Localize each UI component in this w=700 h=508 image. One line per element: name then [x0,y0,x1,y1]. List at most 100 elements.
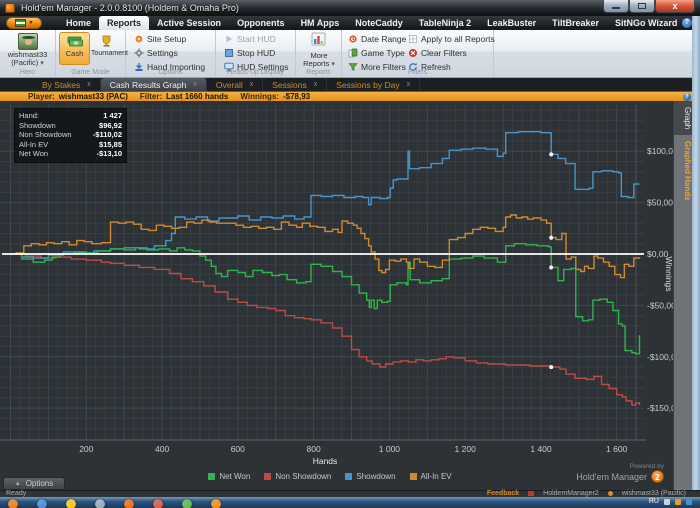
clear-filters-label: Clear Filters [421,47,467,58]
stat-value: -$13,10 [96,149,122,158]
site-setup-label: Site Setup [147,33,187,44]
avg-warning-icon[interactable] [66,499,76,508]
date-range-button[interactable]: Date Range [348,33,415,44]
game-type-button[interactable]: Game Type [348,47,413,58]
cash-results-graph-panel: 200 400 600 800 1 000 1 200 1 400 1 600 Hands $10… [0,101,700,490]
maximize-button[interactable] [629,0,655,13]
powered-by: Powered by Hold'em Manager 2 [576,463,664,483]
title-bar: Hold'em Manager - 2.0.0.8100 (Holdem & O… [0,0,700,16]
svg-text:Hands: Hands [313,456,338,466]
more-reports-button[interactable]: More Reports [296,32,342,69]
app-orange-icon[interactable] [8,499,18,508]
app-menu-button[interactable]: ▾ [6,17,42,29]
hm2-badge-icon: 2 [651,470,664,483]
close-tab-icon[interactable]: x [250,81,254,88]
player-label: Player: [28,92,55,101]
tab-sessions[interactable]: Sessions x [263,78,328,91]
side-tab-strip: Graph Graphed Hands [673,101,692,490]
tournament-label: Tournament [91,50,128,57]
system-tray: RU [649,498,692,505]
app-blue-target-icon[interactable] [37,499,47,508]
ribbon: wishmast33 (Pacific) Hero Cash [0,30,700,78]
close-tab-icon[interactable]: x [87,81,91,88]
status-user[interactable]: wishmast33 (Pacific) [622,490,686,497]
volume-icon[interactable] [95,499,105,508]
group-label-game-mode: Game Mode [71,69,110,76]
legend-label: Showdown [356,472,396,481]
settings-button[interactable]: Settings [134,47,178,58]
legend-item-net-won[interactable]: Net Won [208,472,250,481]
apply-all-icon [409,34,417,43]
tab-cash-results-graph[interactable]: Cash Results Graph x [100,78,207,91]
hero-selector[interactable]: wishmast33 (Pacific) [0,51,55,68]
site-setup-icon [135,35,143,42]
cash-button[interactable]: Cash [59,32,90,65]
apply-all-reports-button[interactable]: Apply to all Reports [408,33,495,44]
holdem-manager-2-icon[interactable] [211,499,221,508]
group-label-hero: Hero [19,69,36,76]
filter-help-icon[interactable]: ? [683,93,691,101]
menu-tab-tiltbreaker[interactable]: TiltBreaker [544,16,607,30]
legend-item-showdown[interactable]: Showdown [345,472,396,481]
tournament-button[interactable]: Tournament [91,32,128,65]
menu-tab-notecaddy[interactable]: NoteCaddy [347,16,411,30]
options-button[interactable]: ▲ Options [3,477,65,490]
menu-tab-opponents[interactable]: Opponents [229,16,293,30]
tab-overall[interactable]: Overall x [207,78,264,91]
options-label: Options [25,479,54,488]
close-tab-icon[interactable]: x [407,81,411,88]
filter-info-bar: Player: wishmast33 (PAC) Filter: Last 16… [0,91,700,101]
status-app-name[interactable]: HoldemManager2 [543,490,599,497]
play-icon [226,35,232,42]
filter-value: Last 1660 hands [166,92,229,101]
ribbon-group-reports: More Reports Reports [296,30,342,77]
hero-site: (Pacific) [0,59,55,68]
legend-swatch-icon [264,473,272,480]
maximize-icon [638,3,646,9]
tab-by-stakes[interactable]: By Stakes x [33,78,101,91]
close-tab-icon[interactable]: x [314,81,318,88]
ribbon-group-hud: Start HUD Stop HUD HUD Settings Heads-Up… [216,30,296,77]
firefox-icon[interactable] [124,499,134,508]
menu-tab-home[interactable]: Home [58,16,99,30]
hero-avatar[interactable] [18,33,38,50]
svg-text:1 600: 1 600 [606,444,628,454]
menu-tab-leakbuster[interactable]: LeakBuster [479,16,544,30]
close-button[interactable]: x [655,0,695,13]
legend-item-non-showdown[interactable]: Non Showdown [264,472,331,481]
stop-icon [225,48,233,57]
stat-value: $96,92 [99,120,122,130]
feedback-link[interactable]: Feedback [487,490,519,497]
menu-tab-active-session[interactable]: Active Session [149,16,229,30]
svg-text:600: 600 [231,444,245,454]
tray-icon[interactable] [686,498,692,505]
side-tab-graph[interactable]: Graph [674,101,692,136]
tab-sessions-by-day[interactable]: Sessions by Day x [327,78,421,91]
money-icon [67,36,83,47]
flag-icon [528,491,535,496]
stop-hud-button[interactable]: Stop HUD [224,47,275,58]
app-green-icon[interactable] [182,499,192,508]
side-tab-graphed-hands[interactable]: Graphed Hands [674,135,692,207]
status-ready: Ready [6,490,27,497]
menu-tab-tableninja[interactable]: TableNinja 2 [411,16,479,30]
help-icon[interactable]: ? [682,18,692,28]
site-setup-button[interactable]: Site Setup [134,33,186,44]
language-indicator[interactable]: RU [649,498,659,505]
menu-tab-reports[interactable]: Reports [99,16,150,30]
chrome-icon[interactable] [153,499,163,508]
windows-taskbar: RU [0,497,700,508]
close-tab-icon[interactable]: x [193,81,197,88]
ribbon-group-game-mode: Cash Tournament Game Mode [56,30,128,77]
group-label-options: Options [158,69,183,76]
tray-icon[interactable] [675,498,681,505]
tray-icon[interactable] [664,498,670,505]
clear-filters-button[interactable]: Clear Filters [408,47,467,58]
minimize-button[interactable] [603,0,629,13]
menu-tab-sitngo-wizard[interactable]: SitNGo Wizard [607,16,685,30]
bar-chart-icon [311,32,325,46]
menu-tab-hm-apps[interactable]: HM Apps [293,16,348,30]
cash-label: Cash [65,49,84,58]
legend-item-all-in-ev[interactable]: All-In EV [409,472,452,481]
start-hud-button[interactable]: Start HUD [224,33,276,44]
